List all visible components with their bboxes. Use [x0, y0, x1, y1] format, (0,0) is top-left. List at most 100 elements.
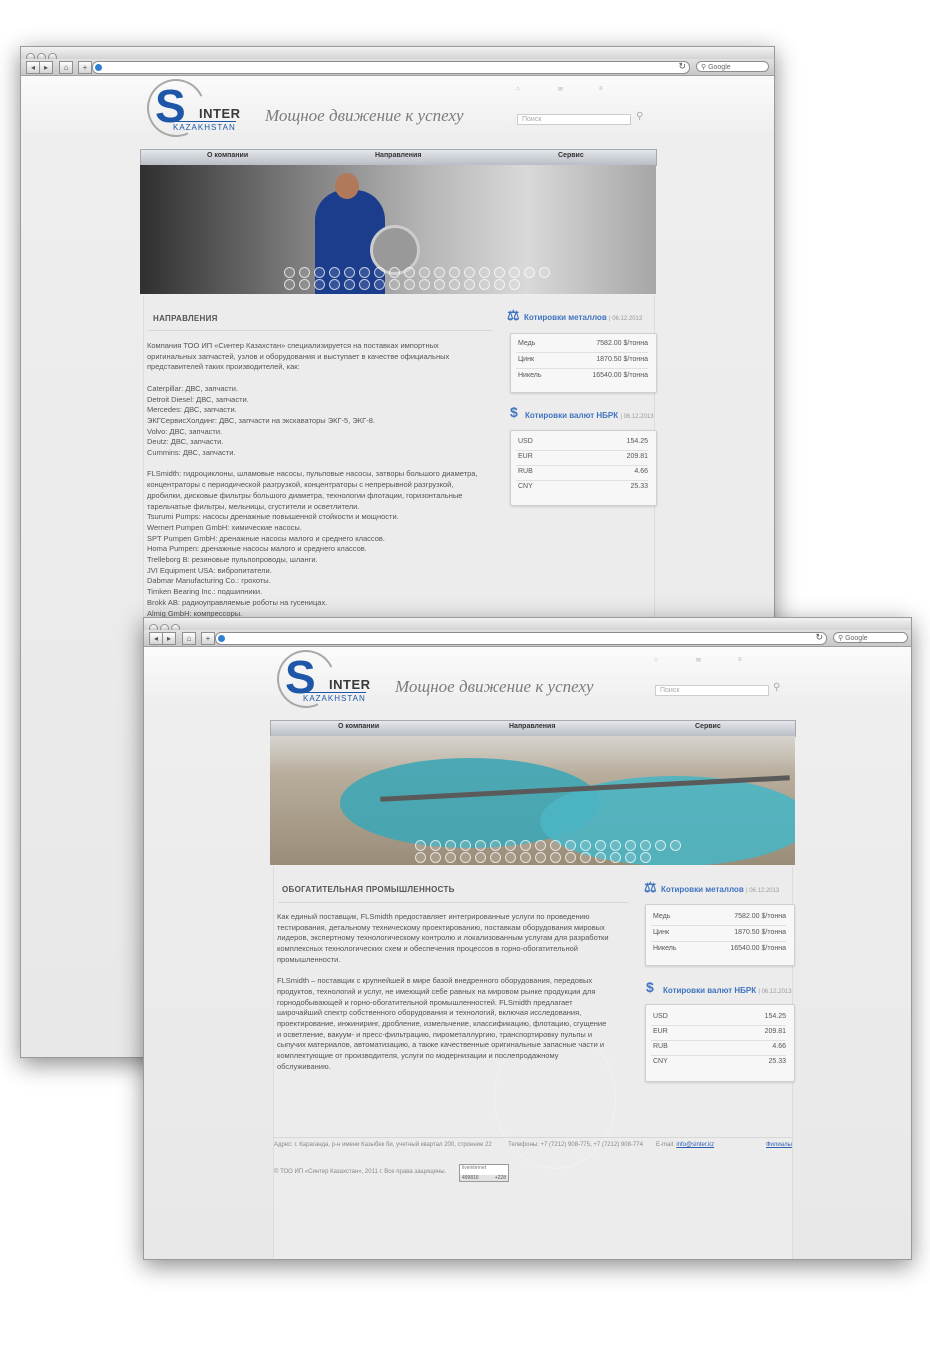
slider-dots-top[interactable] — [415, 840, 685, 851]
dollar-icon: $ — [646, 979, 654, 995]
metal-price: 16540.00 $/тонна — [730, 945, 786, 952]
metal-price: 1870.50 $/тонна — [734, 929, 786, 936]
globe-icon — [218, 635, 225, 642]
title-divider — [148, 330, 492, 331]
footer-address: Адрес: г. Караганда, р-н имени Казыбек б… — [274, 1142, 492, 1148]
sinter-logo[interactable]: S INTER KAZAKHSTAN — [138, 76, 255, 146]
currency-title[interactable]: Котировки валют НБРК | 06.12.2013 — [663, 986, 792, 995]
add-bookmark-button[interactable]: + — [78, 61, 92, 74]
table-row: CNY 25.33 — [516, 480, 648, 495]
table-row: RUB 4.66 — [516, 465, 648, 481]
back-button[interactable]: ◂ — [26, 61, 40, 74]
home-icon[interactable]: ⌂ — [516, 86, 520, 92]
metal-name: Никель — [653, 945, 677, 952]
hero-banner — [270, 736, 795, 865]
search-icon[interactable]: ⚲ — [636, 111, 643, 122]
metal-name: Медь — [653, 913, 671, 920]
table-row: RUB 4.66 — [651, 1040, 786, 1056]
metal-name: Цинк — [653, 929, 670, 936]
currency-rate: 4.66 — [634, 468, 648, 475]
title-divider — [278, 902, 628, 903]
currency-code: RUB — [518, 468, 533, 475]
table-row: EUR 209.81 — [651, 1025, 786, 1041]
metals-title[interactable]: Котировки металлов | 06.12.2013 — [661, 885, 779, 894]
metals-table: Медь 7582.00 $/тонна Цинк 1870.50 $/тонна … — [510, 333, 657, 393]
sitemap-icon[interactable]: ≡ — [599, 86, 603, 92]
footer-email: E-mail: info@sinter.kz — [656, 1142, 714, 1148]
nav-service[interactable]: Сервис — [558, 152, 584, 159]
metals-table: Медь 7582.00 $/тонна Цинк 1870.50 $/тонна … — [645, 904, 795, 966]
currency-title[interactable]: Котировки валют НБРК | 06.12.2013 — [525, 411, 654, 420]
webpage: S INTER KAZAKHSTAN Мощное движение к усп… — [144, 647, 911, 1259]
table-row: USD 154.25 — [651, 1010, 786, 1026]
browser-search-field[interactable]: ⚲ Google — [833, 632, 908, 643]
home-icon[interactable]: ⌂ — [654, 657, 658, 663]
page-body-text: Как единый поставщик, FLSmidth предостав… — [277, 912, 609, 1071]
reload-icon[interactable]: ↻ — [678, 61, 686, 72]
slider-dots-bottom[interactable] — [284, 279, 524, 290]
home-icon[interactable]: ⌂ — [182, 632, 196, 645]
nav-about[interactable]: О компании — [207, 152, 248, 159]
page-container: S INTER KAZAKHSTAN Мощное движение к усп… — [268, 647, 796, 1259]
add-bookmark-button[interactable]: + — [201, 632, 215, 645]
nav-service[interactable]: Сервис — [695, 723, 721, 730]
metals-title[interactable]: Котировки металлов | 06.12.2013 — [524, 313, 642, 322]
browser-toolbar: ◂ ▸ ⌂ + ↻ ⚲ Google — [144, 630, 911, 647]
site-search-input[interactable]: Поиск — [517, 114, 631, 125]
slider-dots-top[interactable] — [284, 267, 554, 278]
main-nav: О компании Направления Сервис — [270, 720, 796, 737]
search-icon[interactable]: ⚲ — [773, 682, 780, 693]
branches-link[interactable]: Филиалы — [766, 1142, 792, 1148]
site-search-input[interactable]: Поиск — [655, 685, 769, 696]
table-row: Медь 7582.00 $/тонна — [651, 910, 786, 926]
home-icon[interactable]: ⌂ — [59, 61, 73, 74]
back-button[interactable]: ◂ — [149, 632, 163, 645]
browser-search-field[interactable]: ⚲ Google — [696, 61, 769, 72]
currency-table: USD 154.25 EUR 209.81 RUB 4.66 CNY 25.33 — [510, 430, 657, 506]
currency-rate: 209.81 — [626, 453, 648, 460]
content-card: ОБОГАТИТЕЛЬНАЯ ПРОМЫШЛЕННОСТЬ Как единый… — [273, 867, 795, 1259]
currency-date: 06.12.2013 — [623, 414, 654, 420]
nav-directions[interactable]: Направления — [375, 152, 421, 159]
address-bar[interactable]: ↻ — [215, 632, 827, 645]
scales-icon: ⚖ — [507, 307, 520, 323]
table-row: Цинк 1870.50 $/тонна — [516, 353, 648, 369]
currency-rate: 154.25 — [764, 1013, 786, 1020]
currency-title-text: Котировки валют НБРК — [663, 986, 757, 995]
forward-button[interactable]: ▸ — [162, 632, 176, 645]
forward-button[interactable]: ▸ — [39, 61, 53, 74]
metals-date: 06.12.2013 — [749, 888, 780, 894]
nav-directions[interactable]: Направления — [509, 723, 555, 730]
footer-copyright: © ТОО ИП «Синтер Казахстан», 2011 г. Все… — [274, 1169, 447, 1175]
mail-icon[interactable]: ✉ — [696, 657, 701, 664]
slider-dots-bottom[interactable] — [415, 852, 655, 863]
address-bar[interactable]: ↻ — [92, 61, 690, 74]
scales-icon: ⚖ — [644, 879, 657, 895]
currency-rate: 25.33 — [630, 483, 648, 490]
logo-country: KAZAKHSTAN — [173, 121, 236, 132]
nav-about[interactable]: О компании — [338, 723, 379, 730]
counter-views: 499816 — [462, 1175, 479, 1181]
dollar-icon: $ — [510, 404, 518, 420]
metal-name: Никель — [518, 372, 542, 379]
main-nav: О компании Направления Сервис — [140, 149, 657, 166]
sitemap-icon[interactable]: ≡ — [738, 657, 742, 663]
title-bar — [144, 618, 911, 633]
mail-icon[interactable]: ✉ — [558, 86, 563, 93]
currency-date: 06.12.2013 — [761, 989, 792, 995]
metal-price: 1870.50 $/тонна — [596, 356, 648, 363]
reload-icon[interactable]: ↻ — [815, 632, 823, 643]
table-row: Цинк 1870.50 $/тонна — [651, 926, 786, 942]
metals-title-text: Котировки металлов — [661, 885, 744, 894]
browser-search-placeholder: Google — [845, 635, 868, 642]
logo-wordmark: INTER — [199, 106, 241, 121]
footer-email-link[interactable]: info@sinter.kz — [676, 1142, 714, 1148]
globe-icon — [95, 64, 102, 71]
page-title: ОБОГАТИТЕЛЬНАЯ ПРОМЫШЛЕННОСТЬ — [282, 885, 455, 894]
browser-window-front: ◂ ▸ ⌂ + ↻ ⚲ Google S INTER KAZAKHSTAN Мо… — [143, 617, 912, 1260]
table-row: USD 154.25 — [516, 435, 648, 451]
liveinternet-counter[interactable]: liveinternet 499816 +228 — [459, 1164, 509, 1182]
hero-banner — [140, 165, 656, 294]
sinter-logo[interactable]: S INTER KAZAKHSTAN — [268, 647, 385, 717]
currency-code: RUB — [653, 1043, 668, 1050]
